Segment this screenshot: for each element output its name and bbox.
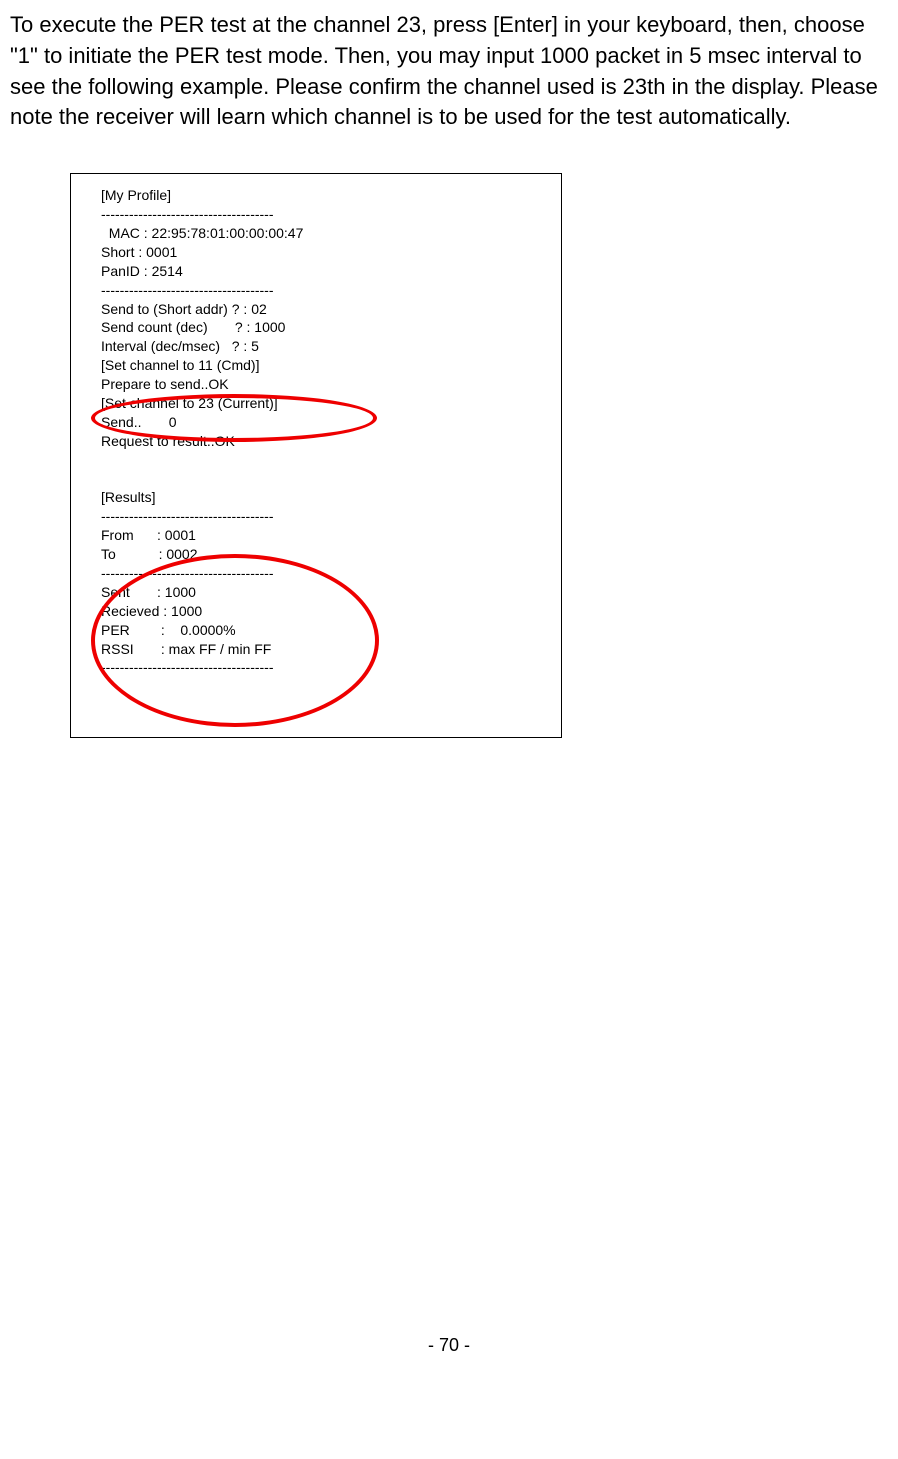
request-line: Request to result..OK <box>101 433 235 449</box>
send-line: Send.. 0 <box>101 414 177 430</box>
from-line: From : 0001 <box>101 527 196 543</box>
divider-5: ------------------------------------- <box>101 659 274 675</box>
panid-line: PanID : 2514 <box>101 263 183 279</box>
prepare-line: Prepare to send..OK <box>101 376 229 392</box>
profile-header: [My Profile] <box>101 187 171 203</box>
rssi-line: RSSI : max FF / min FF <box>101 641 271 657</box>
divider-3: ------------------------------------- <box>101 508 274 524</box>
divider-4: ------------------------------------- <box>101 565 274 581</box>
page-number: - 70 - <box>10 1333 888 1358</box>
set-channel-cmd-line: [Set channel to 11 (Cmd)] <box>101 357 259 373</box>
set-channel-current-line: [Set channel to 23 (Current)] <box>101 395 278 411</box>
results-header: [Results] <box>101 489 155 505</box>
mac-line: MAC : 22:95:78:01:00:00:00:47 <box>101 225 303 241</box>
send-count-line: Send count (dec) ? : 1000 <box>101 319 285 335</box>
recieved-line: Recieved : 1000 <box>101 603 202 619</box>
terminal-output-box: [My Profile] ---------------------------… <box>70 173 562 738</box>
per-line: PER : 0.0000% <box>101 622 236 638</box>
to-line: To : 0002 <box>101 546 198 562</box>
interval-line: Interval (dec/msec) ? : 5 <box>101 338 259 354</box>
send-to-line: Send to (Short addr) ? : 02 <box>101 301 267 317</box>
divider-1: ------------------------------------- <box>101 206 274 222</box>
intro-paragraph: To execute the PER test at the channel 2… <box>10 10 888 133</box>
terminal-content: [My Profile] ---------------------------… <box>101 186 531 677</box>
divider-2: ------------------------------------- <box>101 282 274 298</box>
short-line: Short : 0001 <box>101 244 177 260</box>
sent-line: Sent : 1000 <box>101 584 196 600</box>
